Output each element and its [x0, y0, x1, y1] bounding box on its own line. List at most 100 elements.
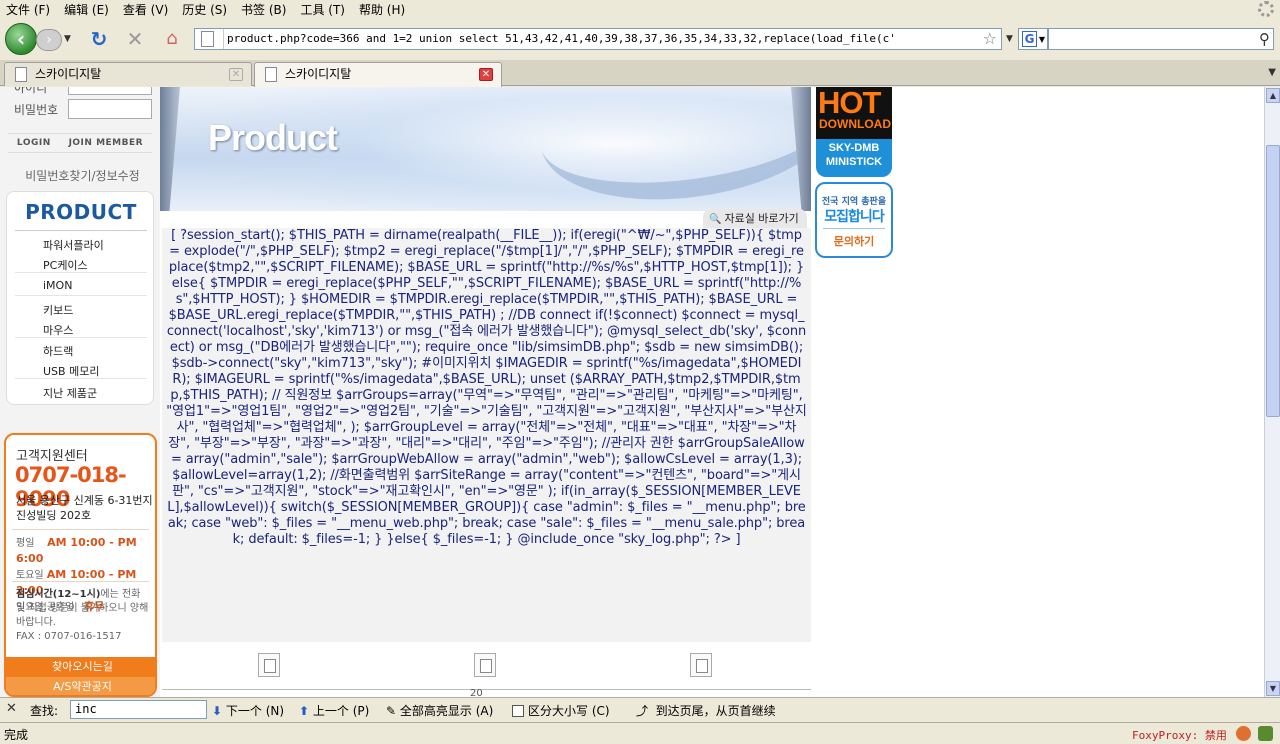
search-icon: 🔍: [709, 214, 722, 225]
addon-icon[interactable]: [1258, 726, 1273, 741]
find-bar: ✕ 查找: inc ⬇ 下一个 (N) ⬆ 上一个 (P) ✎ 全部高亮显示 (…: [0, 697, 1280, 721]
history-dropdown-icon[interactable]: ▼: [64, 34, 71, 44]
product-banner: Product: [160, 87, 811, 229]
search-engine-selector[interactable]: G ▼: [1018, 28, 1048, 50]
archive-shortcut-button[interactable]: 🔍 자료실 바로가기: [703, 209, 807, 229]
hot-download-ad[interactable]: HOT DOWNLOAD SKY-DMB MINISTICK: [816, 87, 892, 177]
product-item[interactable]: 하드랙: [43, 343, 73, 359]
lunch-notice: 점심시간(12~1시)에는 전화 및 직접 방문이 불가하오니 양해바랍니다. …: [16, 588, 150, 644]
match-case-label: 区分大小写 (C): [528, 704, 610, 718]
inquiry-link[interactable]: 문의하기: [817, 233, 891, 249]
hours-saturday-label: 토요일: [16, 570, 44, 581]
find-previous-label: 上一个 (P): [312, 704, 370, 718]
id-label: 아이디: [14, 87, 48, 95]
product-item[interactable]: 파워서플라이: [43, 237, 104, 253]
leaked-source-text: [ ?session_start(); $THIS_PATH = dirname…: [166, 228, 807, 547]
tab-list-icon[interactable]: ▼: [1268, 67, 1276, 78]
tab-label: 스카이디지탈: [285, 67, 352, 81]
find-password-link[interactable]: 비밀번호찾기/정보수정: [10, 167, 155, 184]
menu-bar: 文件 (F) 编辑 (E) 查看 (V) 历史 (S) 书签 (B) 工具 (T…: [0, 0, 1280, 18]
product-menu-title: PRODUCT: [25, 200, 137, 224]
scroll-down-icon[interactable]: ▼: [1266, 681, 1280, 696]
ad-product-line-1: SKY-DMB: [828, 142, 880, 154]
highlight-all-button[interactable]: ✎ 全部高亮显示 (A): [386, 702, 493, 719]
fax-number: FAX : 0707-016-1517: [16, 631, 122, 642]
directions-button[interactable]: 찾아오시는길: [6, 657, 155, 677]
close-icon[interactable]: ✕: [6, 701, 17, 716]
bookmark-star-icon[interactable]: ☆: [983, 29, 997, 48]
home-icon[interactable]: ⌂: [160, 28, 184, 50]
menu-help[interactable]: 帮助 (H): [359, 1, 405, 18]
tab-1[interactable]: 스카이디지탈 ✕: [4, 62, 252, 86]
wrap-notice-text: 到达页尾，从页首继续: [655, 704, 776, 718]
product-item[interactable]: 마우스: [43, 322, 73, 338]
find-next-button[interactable]: ⬇ 下一个 (N): [212, 702, 284, 719]
wrap-icon: ⤴: [636, 704, 649, 718]
id-field[interactable]: [68, 87, 152, 95]
download-text: DOWNLOAD: [819, 117, 891, 131]
divider: [15, 295, 147, 296]
left-sidebar: 아이디 비밀번호 LOGIN JOIN MEMBER 비밀번호찾기/정보수정 P…: [0, 87, 160, 697]
as-terms-button[interactable]: A/S약관공지: [6, 677, 155, 695]
page-viewport: 아이디 비밀번호 LOGIN JOIN MEMBER 비밀번호찾기/정보수정 P…: [0, 87, 1264, 697]
menu-history[interactable]: 历史 (S): [182, 1, 227, 18]
tab-bar: 스카이디지탈 ✕ 스카이디지탈 ✕ ▼: [0, 60, 1280, 87]
vertical-scrollbar[interactable]: ▲ ▼: [1264, 87, 1280, 697]
stop-icon[interactable]: ✕: [124, 28, 146, 50]
divider: [15, 272, 147, 273]
right-ad-column: HOT DOWNLOAD SKY-DMB MINISTICK 전국 지역 총판을…: [811, 87, 901, 697]
forward-button[interactable]: ›: [36, 29, 62, 51]
password-field[interactable]: [68, 99, 152, 119]
product-item[interactable]: iMON: [43, 279, 72, 292]
find-label: 查找:: [30, 704, 59, 718]
search-input[interactable]: ⚲: [1048, 28, 1274, 50]
page-icon: [15, 67, 27, 82]
divider: [162, 689, 811, 690]
join-member-button[interactable]: JOIN MEMBER: [69, 138, 144, 148]
broken-image-icon: [690, 653, 712, 677]
menu-edit[interactable]: 编辑 (E): [64, 1, 109, 18]
search-icon[interactable]: ⚲: [1259, 30, 1270, 48]
wrap-notice: ⤴ 到达页尾，从页首继续: [636, 702, 776, 719]
reload-icon[interactable]: ↻: [88, 28, 110, 50]
throbber-icon: [1258, 1, 1274, 17]
foxyproxy-status[interactable]: FoxyProxy: 禁用: [1132, 727, 1227, 743]
find-input[interactable]: inc: [70, 700, 207, 719]
archive-button-label: 자료실 바로가기: [724, 212, 799, 225]
divider: [15, 337, 147, 338]
menu-view[interactable]: 查看 (V): [123, 1, 168, 18]
url-dropdown-icon[interactable]: ▼: [1006, 34, 1013, 44]
banner-title: Product: [208, 117, 338, 158]
back-button[interactable]: ‹: [5, 23, 37, 55]
distributor-recruit-ad[interactable]: 전국 지역 총판을 모집합니다 문의하기: [815, 182, 893, 258]
divider: [12, 581, 149, 582]
tab-2-active[interactable]: 스카이디지탈 ✕: [254, 62, 502, 87]
hot-badge: HOT DOWNLOAD: [816, 87, 892, 139]
arrow-up-icon: ⬆: [299, 704, 310, 718]
recruit-title: 모집합니다: [824, 209, 884, 225]
navigation-toolbar: ‹ › ▼ ↻ ✕ ⌂ 'product.php?code=366 and 1=…: [0, 20, 1280, 58]
scrollbar-thumb[interactable]: [1266, 145, 1280, 417]
menu-file[interactable]: 文件 (F): [6, 1, 50, 18]
scroll-up-icon[interactable]: ▲: [1266, 88, 1280, 103]
broken-image-icon: [474, 653, 496, 677]
product-item[interactable]: USB 메모리: [43, 363, 99, 379]
close-icon[interactable]: ✕: [229, 68, 243, 81]
close-icon[interactable]: ✕: [479, 68, 493, 81]
login-button[interactable]: LOGIN: [17, 138, 51, 148]
hours-weekday: AM 10:00 - PM 6:00: [16, 536, 137, 565]
address-line-2: 진성빌딩 202호: [16, 509, 92, 522]
product-item[interactable]: 키보드: [43, 302, 73, 318]
url-bar[interactable]: 'product.php?code=366 and 1=2 union sele…: [194, 28, 1002, 50]
find-previous-button[interactable]: ⬆ 上一个 (P): [299, 702, 369, 719]
addon-icon[interactable]: [1236, 726, 1251, 741]
menu-tools[interactable]: 工具 (T): [300, 1, 345, 18]
divider: [15, 230, 147, 231]
url-text[interactable]: 'product.php?code=366 and 1=2 union sele…: [227, 32, 977, 45]
match-case-checkbox[interactable]: 区分大小写 (C): [512, 702, 610, 719]
product-item[interactable]: PC케이스: [43, 257, 88, 273]
product-item[interactable]: 지난 제품군: [43, 385, 97, 401]
find-next-label: 下一个 (N): [225, 704, 285, 718]
menu-bookmarks[interactable]: 书签 (B): [241, 1, 286, 18]
back-arrow-icon: ‹: [16, 27, 26, 51]
